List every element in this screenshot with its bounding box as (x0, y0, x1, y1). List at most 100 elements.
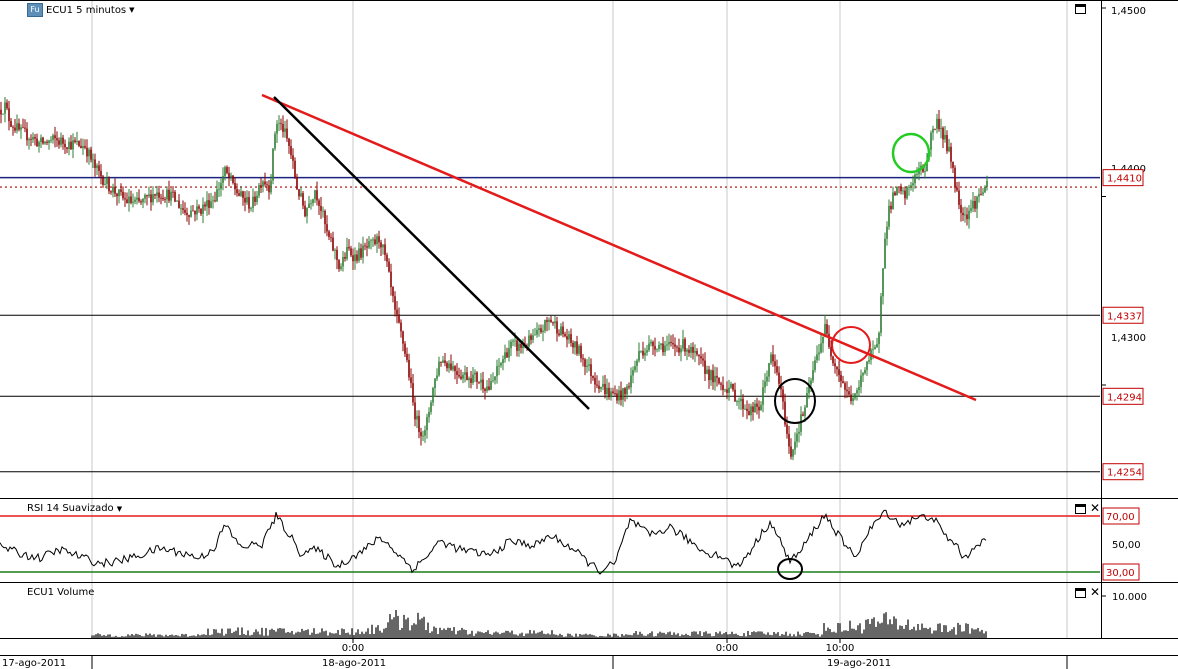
candle-body (76, 141, 78, 143)
candle-body (580, 345, 582, 359)
candle-body (966, 214, 968, 220)
candle-body (296, 177, 298, 190)
candle-body (320, 205, 322, 211)
candle-body (344, 256, 346, 259)
candle-body (804, 407, 806, 416)
candle-body (864, 369, 866, 374)
candle-body (102, 176, 104, 185)
candle-body (158, 192, 160, 198)
candle-body (768, 363, 770, 377)
candle-body (964, 214, 966, 216)
candle-body (612, 391, 614, 394)
candle-body (84, 146, 86, 148)
candle-body (516, 340, 518, 351)
candle-body (678, 347, 680, 353)
candle-body (422, 435, 424, 437)
candle-body (554, 321, 556, 324)
volume-tick-label: 10.000 (1112, 592, 1147, 603)
candle-body (188, 215, 190, 217)
candle-body (650, 341, 652, 344)
candle-body (198, 206, 200, 209)
candle-body (878, 332, 880, 345)
candle-body (156, 192, 158, 196)
chart-window: 1,45001,43001,44001,44101,43371,42941,42… (0, 0, 1178, 669)
candle-body (236, 189, 238, 194)
candle-body (34, 137, 36, 139)
candle-body (290, 145, 292, 156)
candle-body (946, 134, 948, 152)
candle-body (960, 204, 962, 213)
candle-body (886, 226, 888, 239)
candle-body (648, 343, 650, 351)
candle-body (338, 260, 340, 269)
rsi-level-label: 30,00 (1106, 568, 1135, 579)
candle-body (962, 212, 964, 216)
rsi-line (0, 509, 987, 575)
candle-body (818, 352, 820, 355)
candle-body (284, 128, 286, 132)
candle-body (842, 381, 844, 384)
candle-body (204, 204, 206, 207)
candle-body (358, 248, 360, 261)
candle-body (304, 205, 306, 217)
candle-body (270, 180, 272, 193)
candle-body (142, 198, 144, 203)
candle-body (736, 401, 738, 403)
candle-body (654, 346, 656, 350)
candle-body (162, 197, 164, 200)
candle-body (226, 167, 228, 174)
candle-body (90, 149, 92, 160)
candle-body (378, 236, 380, 243)
candle-body (930, 132, 932, 150)
close-icon[interactable]: ✕ (1090, 586, 1100, 598)
candle-body (82, 146, 84, 149)
candle-body (332, 237, 334, 251)
candle-body (826, 324, 828, 334)
chevron-down-icon[interactable]: ▼ (117, 505, 122, 513)
close-icon[interactable]: ✕ (1090, 502, 1100, 514)
candle-body (764, 381, 766, 388)
candle-body (192, 210, 194, 212)
candle-body (748, 411, 750, 416)
candle-body (746, 408, 748, 412)
candle-body (794, 441, 796, 450)
candle-body (474, 372, 476, 375)
candle-body (982, 192, 984, 195)
candle-body (286, 128, 288, 139)
candle-body (836, 366, 838, 370)
price-panel-header[interactable]: Fu ECU1 5 minutos ▼ (27, 3, 135, 17)
candle-body (306, 208, 308, 217)
candle-body (274, 133, 276, 149)
candle-body (628, 386, 630, 388)
candle-body (388, 261, 390, 272)
candle-body (424, 430, 426, 436)
rsi-panel-header[interactable]: RSI 14 Suavizado ▼ (27, 503, 122, 514)
maximize-icon[interactable] (1075, 504, 1086, 514)
candle-body (704, 360, 706, 374)
candle-body (32, 137, 34, 140)
candle-body (910, 185, 912, 188)
candle-body (256, 195, 258, 202)
candle-body (894, 192, 896, 196)
candle-body (916, 174, 918, 176)
candle-body (914, 174, 916, 184)
candle-body (686, 349, 688, 352)
candle-body (288, 138, 290, 146)
chevron-down-icon[interactable]: ▼ (129, 6, 134, 14)
candle-body (488, 386, 490, 390)
candle-body (218, 188, 220, 190)
x-date-label: 17-ago-2011 (2, 658, 66, 669)
candle-body (432, 387, 434, 403)
candle-body (956, 187, 958, 191)
candle-body (924, 170, 926, 172)
candle-body (216, 189, 218, 202)
maximize-icon[interactable] (1075, 4, 1086, 14)
candle-body (452, 366, 454, 370)
candle-body (494, 376, 496, 381)
maximize-icon[interactable] (1075, 588, 1086, 598)
candle-body (590, 364, 592, 376)
candle-body (862, 373, 864, 376)
candle-body (152, 194, 154, 203)
candle-body (496, 366, 498, 377)
candle-body (534, 334, 536, 336)
